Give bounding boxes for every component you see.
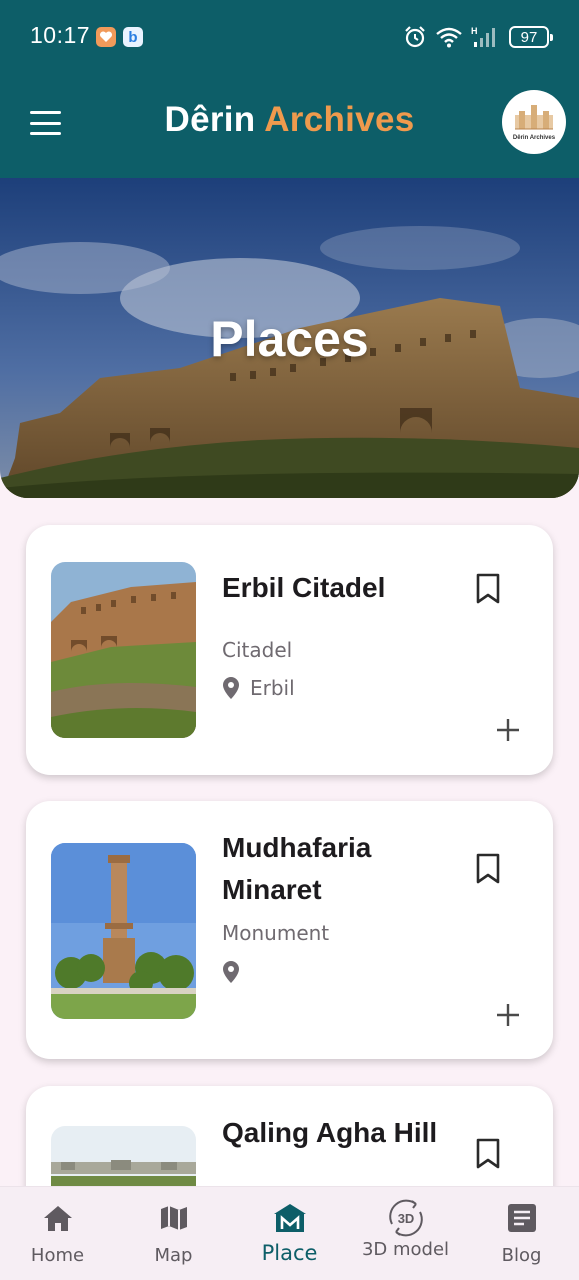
bookmark-icon[interactable] <box>475 853 501 885</box>
bookmark-icon[interactable] <box>475 1138 501 1170</box>
app-logo[interactable]: Dêrin Archives <box>502 90 566 154</box>
nav-label: Map <box>154 1245 193 1266</box>
place-name: Qaling Agha Hill <box>222 1117 438 1148</box>
add-icon[interactable] <box>495 1002 521 1028</box>
app-bar: Dêrin Archives Dêrin Archives <box>0 74 579 178</box>
nav-label: 3D model <box>361 1239 450 1260</box>
place-card[interactable]: Mudhafaria Minaret Monument <box>26 801 553 1059</box>
place-category: Citadel <box>222 638 293 662</box>
place-location <box>222 960 250 984</box>
battery-level: 97 <box>520 28 538 46</box>
status-icons: H 97 <box>403 24 553 50</box>
place-image <box>51 562 196 738</box>
place-name: Erbil Citadel <box>222 572 386 603</box>
wifi-icon <box>436 27 462 48</box>
svg-text:H: H <box>471 26 478 36</box>
nav-item-place[interactable]: Place <box>232 1187 347 1280</box>
alarm-icon <box>405 26 425 48</box>
location-pin-icon <box>223 677 239 699</box>
place-location: Erbil <box>222 676 295 700</box>
nav-item-map[interactable]: Map <box>116 1187 231 1280</box>
nav-item-3d-model[interactable]: 3D 3D model <box>348 1187 463 1280</box>
place-category: Monument <box>222 921 330 945</box>
location-pin-icon <box>223 961 239 983</box>
map-icon <box>160 1206 187 1230</box>
status-time: 10:17 <box>30 22 91 48</box>
app-title: Dêrin Archives <box>0 100 579 140</box>
logo-icon: Dêrin Archives <box>513 105 556 141</box>
svg-text:3D: 3D <box>397 1211 414 1226</box>
place-card[interactable]: Erbil Citadel Citadel Erbil <box>26 525 553 775</box>
nav-label: Place <box>261 1241 318 1265</box>
3d-model-icon: 3D <box>388 1199 423 1237</box>
battery-icon: 97 <box>509 26 553 48</box>
app-title-part2: Archives <box>264 100 415 139</box>
place-icon <box>273 1204 306 1232</box>
page-title: Places <box>210 311 369 367</box>
status-bar: 10:17 b H 97 <box>0 0 579 74</box>
bookmark-icon[interactable] <box>475 573 501 605</box>
place-name: Mudhafaria Minaret <box>222 832 372 905</box>
place-image <box>51 843 196 1019</box>
add-icon[interactable] <box>495 717 521 743</box>
place-location-text: Erbil <box>250 676 295 700</box>
home-icon <box>43 1206 72 1231</box>
signal-icon: H <box>471 26 495 47</box>
bottom-navigation: Home Map Place 3D 3D model Blog <box>0 1186 579 1280</box>
hero-banner: Places <box>0 178 579 498</box>
nav-item-blog[interactable]: Blog <box>464 1187 579 1280</box>
nav-label: Home <box>30 1245 85 1266</box>
nav-item-home[interactable]: Home <box>0 1187 115 1280</box>
blog-icon <box>507 1204 536 1232</box>
nav-label: Blog <box>501 1245 542 1266</box>
notification-bing-icon: b <box>123 27 143 47</box>
svg-text:Dêrin Archives: Dêrin Archives <box>513 135 556 141</box>
app-title-part1: Dêrin <box>164 100 256 139</box>
notification-app-icon <box>96 27 116 47</box>
